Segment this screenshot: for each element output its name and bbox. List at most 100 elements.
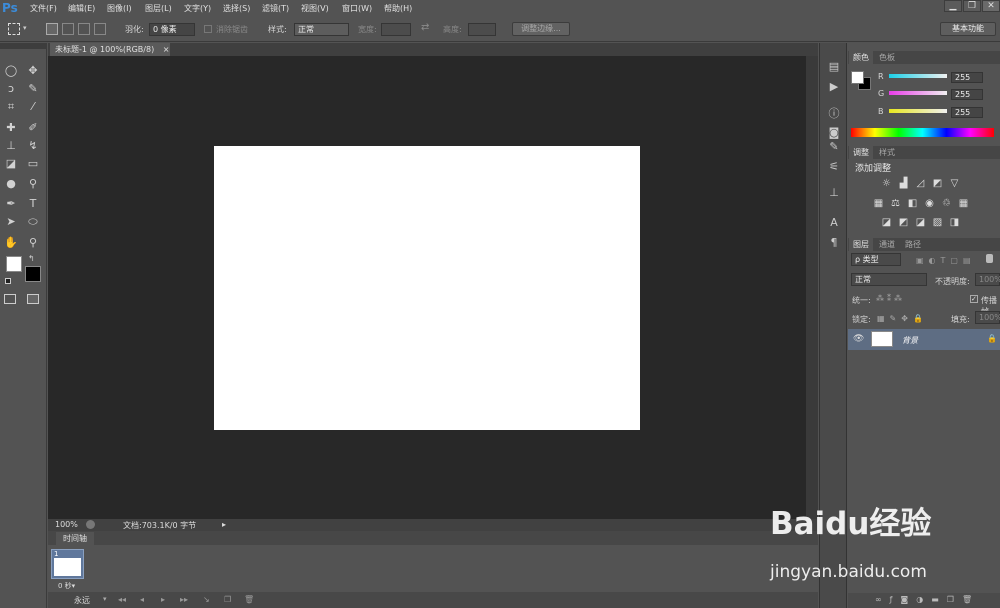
- menu-edit[interactable]: 编辑(E): [68, 3, 95, 14]
- swap-colors-icon[interactable]: ↰: [28, 254, 35, 263]
- character-icon[interactable]: A: [826, 215, 842, 231]
- eyedropper-icon[interactable]: ⁄: [24, 99, 42, 115]
- share-icon[interactable]: [86, 520, 95, 529]
- brush-presets-icon[interactable]: ✎: [826, 139, 842, 155]
- lasso-tool-icon[interactable]: ↄ: [2, 81, 20, 97]
- healing-brush-icon[interactable]: ✚: [2, 120, 20, 136]
- frame-delay-select[interactable]: 0 秒▾: [58, 581, 75, 591]
- vertical-scrollbar[interactable]: [806, 56, 818, 519]
- red-value[interactable]: 255: [951, 72, 983, 83]
- tab-color[interactable]: 颜色: [849, 51, 873, 64]
- lock-icons[interactable]: ▦✎✥🔒: [877, 314, 928, 323]
- tab-layers[interactable]: 图层: [849, 238, 873, 251]
- dodge-tool-icon[interactable]: ⚲: [24, 176, 42, 192]
- brush-tool-icon[interactable]: ✐: [24, 120, 42, 136]
- workspace-select[interactable]: 基本功能: [940, 22, 996, 36]
- threshold-icon[interactable]: ◪: [915, 217, 926, 228]
- move-tool-icon[interactable]: ✥: [24, 63, 42, 79]
- delete-frame-icon[interactable]: 🗑: [244, 595, 254, 604]
- history-icon[interactable]: ▤: [826, 59, 842, 75]
- black-white-icon[interactable]: ◧: [907, 198, 918, 209]
- channel-mixer-icon[interactable]: ♲: [941, 198, 952, 209]
- photo-filter-icon[interactable]: ◉: [924, 198, 935, 209]
- intersect-selection-icon[interactable]: [94, 23, 106, 35]
- animation-frame[interactable]: 1: [51, 549, 84, 579]
- layer-name[interactable]: 背景: [902, 335, 918, 346]
- antialias-checkbox[interactable]: [204, 25, 212, 33]
- blur-tool-icon[interactable]: ●: [2, 176, 20, 192]
- vibrance-icon[interactable]: ▽: [949, 178, 960, 189]
- gradient-tool-icon[interactable]: ▭: [24, 156, 42, 172]
- paragraph-icon[interactable]: ¶: [826, 235, 842, 251]
- gradient-map-icon[interactable]: ▨: [932, 217, 943, 228]
- loop-select[interactable]: 永远: [74, 595, 90, 606]
- hue-saturation-icon[interactable]: ▦: [873, 198, 884, 209]
- hand-tool-icon[interactable]: ✋: [2, 235, 20, 251]
- actions-play-icon[interactable]: ▶: [826, 79, 842, 95]
- blue-slider[interactable]: [889, 109, 947, 113]
- path-selection-icon[interactable]: ➤: [2, 214, 20, 230]
- color-balance-icon[interactable]: ⚖: [890, 198, 901, 209]
- menu-layer[interactable]: 图层(L): [145, 3, 172, 14]
- new-selection-icon[interactable]: [46, 23, 58, 35]
- menu-select[interactable]: 选择(S): [223, 3, 250, 14]
- quick-mask-icon[interactable]: [4, 294, 16, 304]
- zoom-tool-icon[interactable]: ⚲: [24, 235, 42, 251]
- green-value[interactable]: 255: [951, 89, 983, 100]
- zoom-level[interactable]: 100%: [55, 520, 78, 529]
- status-menu-arrow-icon[interactable]: ▸: [222, 520, 226, 529]
- first-frame-icon[interactable]: ◂◂: [118, 595, 126, 604]
- tab-timeline[interactable]: 时间轴: [56, 532, 94, 545]
- default-colors-icon[interactable]: [5, 278, 11, 284]
- menu-type[interactable]: 文字(Y): [184, 3, 211, 14]
- clone-stamp-icon[interactable]: ⊥: [2, 138, 20, 154]
- menu-image[interactable]: 图像(I): [107, 3, 132, 14]
- eye-icon[interactable]: 👁: [853, 334, 864, 344]
- toolbox-grip[interactable]: [0, 43, 47, 49]
- tab-adjustments[interactable]: 调整: [849, 146, 873, 159]
- pen-tool-icon[interactable]: ✒: [2, 196, 20, 212]
- tab-channels[interactable]: 通道: [875, 238, 899, 251]
- menu-view[interactable]: 视图(V): [301, 3, 329, 14]
- add-selection-icon[interactable]: [62, 23, 74, 35]
- filter-toggle-icon[interactable]: [986, 254, 993, 263]
- layer-row[interactable]: 👁 背景 🔒: [848, 329, 1000, 350]
- refine-edge-button[interactable]: 调整边缘...: [512, 22, 570, 36]
- document-canvas[interactable]: [214, 146, 640, 430]
- close-icon[interactable]: ×: [163, 45, 170, 54]
- unify-icons[interactable]: ⁂⁑⁂: [876, 294, 905, 303]
- swap-icon[interactable]: ⇄: [421, 22, 429, 33]
- green-slider[interactable]: [889, 91, 947, 95]
- feather-input[interactable]: 0 像素: [149, 23, 195, 36]
- tab-swatches[interactable]: 色板: [875, 51, 899, 64]
- menu-filter[interactable]: 滤镜(T): [262, 3, 289, 14]
- foreground-color-chip[interactable]: [851, 71, 864, 84]
- exposure-icon[interactable]: ◩: [932, 178, 943, 189]
- color-spectrum-bar[interactable]: [851, 128, 994, 137]
- chevron-down-icon[interactable]: ▾: [103, 595, 107, 603]
- clone-source-icon[interactable]: ⊥: [826, 185, 842, 201]
- posterize-icon[interactable]: ◩: [898, 217, 909, 228]
- layer-filter-icons[interactable]: ▣◐T▢▤: [916, 256, 976, 265]
- menu-help[interactable]: 帮助(H): [384, 3, 412, 14]
- opacity-input[interactable]: 100%: [975, 273, 1000, 286]
- screen-mode-icon[interactable]: [27, 294, 39, 304]
- crop-tool-icon[interactable]: ⌗: [2, 99, 20, 115]
- info-icon[interactable]: ⓘ: [826, 106, 842, 122]
- chevron-down-icon[interactable]: ▾: [23, 24, 27, 32]
- subtract-selection-icon[interactable]: [78, 23, 90, 35]
- red-slider[interactable]: [889, 74, 947, 78]
- ellipse-shape-icon[interactable]: ⬭: [24, 214, 42, 230]
- type-tool-icon[interactable]: T: [24, 196, 42, 212]
- invert-icon[interactable]: ◪: [881, 217, 892, 228]
- curves-icon[interactable]: ◿: [915, 178, 926, 189]
- height-input[interactable]: [468, 23, 496, 36]
- propagate-checkbox[interactable]: ✓: [970, 295, 978, 303]
- next-frame-icon[interactable]: ▸▸: [180, 595, 188, 604]
- play-icon[interactable]: ▸: [161, 595, 165, 604]
- close-button[interactable]: ✕: [982, 0, 1000, 12]
- marquee-preset-icon[interactable]: [8, 23, 20, 35]
- menu-window[interactable]: 窗口(W): [342, 3, 372, 14]
- restore-button[interactable]: ❐: [963, 0, 981, 12]
- fill-input[interactable]: 100%: [975, 311, 1000, 324]
